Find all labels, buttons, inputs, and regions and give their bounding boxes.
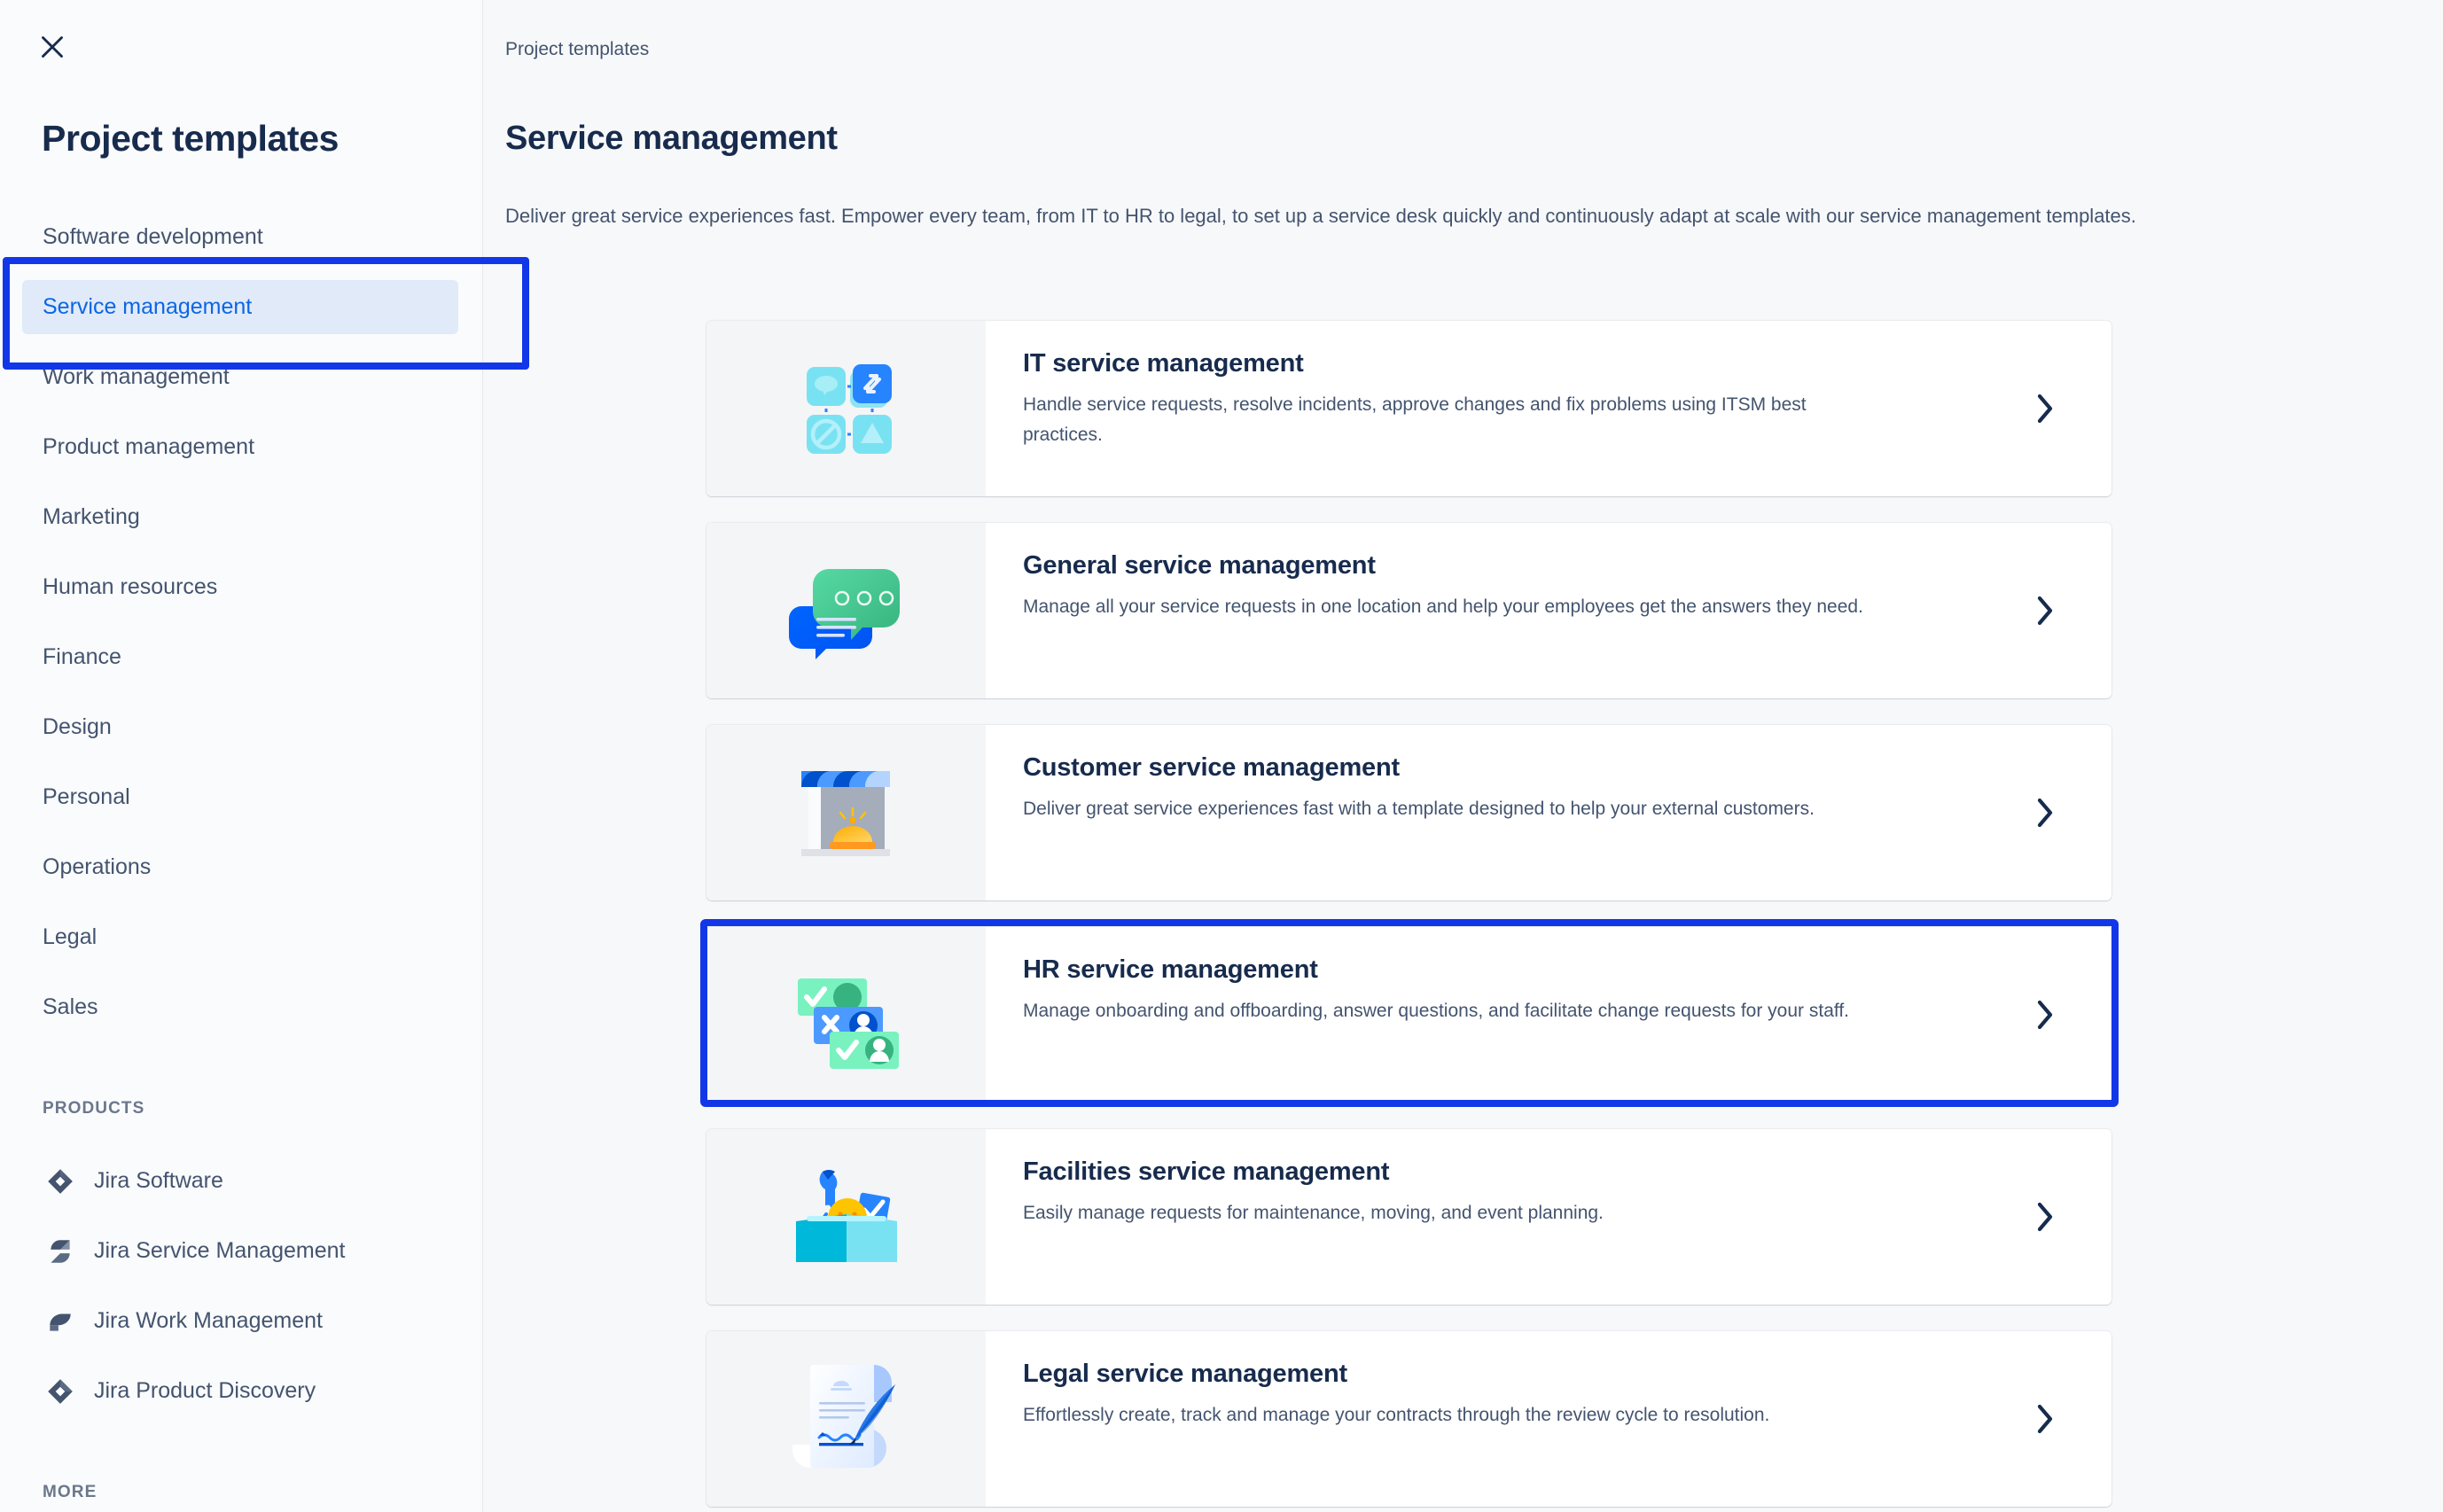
sidebar: Project templates Software development S… xyxy=(0,0,529,1512)
sidebar-item-label: Jira Work Management xyxy=(94,1308,323,1333)
sidebar-item-product-management[interactable]: Product management xyxy=(0,412,483,482)
template-card-customer-service-management[interactable]: Customer service management Deliver grea… xyxy=(706,725,2111,900)
sidebar-item-finance[interactable]: Finance xyxy=(0,622,483,692)
sidebar-item-label: Work management xyxy=(43,364,230,389)
sidebar-item-jira-product-discovery[interactable]: Jira Product Discovery xyxy=(0,1356,483,1426)
card-body: General service management Manage all yo… xyxy=(986,523,1979,698)
template-card-general-service-management[interactable]: General service management Manage all yo… xyxy=(706,523,2111,698)
template-card-facilities-service-management[interactable]: Facilities service management Easily man… xyxy=(706,1129,2111,1305)
sidebar-item-label: Marketing xyxy=(43,504,140,529)
card-body: HR service management Manage onboarding … xyxy=(986,927,1979,1103)
sidebar-item-operations[interactable]: Operations xyxy=(0,832,483,902)
sidebar-item-label: Jira Product Discovery xyxy=(94,1378,316,1403)
jira-work-management-icon xyxy=(43,1304,78,1339)
close-icon[interactable] xyxy=(28,23,76,71)
sidebar-item-work-management[interactable]: Work management xyxy=(0,342,483,412)
main-content: Project templates Service management Del… xyxy=(483,0,2443,1512)
card-title: General service management xyxy=(1023,551,1376,580)
jira-product-discovery-icon xyxy=(43,1374,78,1409)
card-title: HR service management xyxy=(1023,955,1318,984)
card-title: Legal service management xyxy=(1023,1360,1347,1388)
card-thumbnail xyxy=(706,523,986,698)
template-card-hr-service-management[interactable]: HR service management Manage onboarding … xyxy=(706,927,2111,1103)
breadcrumb[interactable]: Project templates xyxy=(505,39,649,60)
chevron-right-icon[interactable] xyxy=(1979,523,2111,698)
card-title: Facilities service management xyxy=(1023,1157,1390,1186)
card-description: Handle service requests, resolve inciden… xyxy=(1023,394,1807,445)
chevron-right-icon[interactable] xyxy=(1979,1331,2111,1507)
chevron-right-icon[interactable] xyxy=(1979,927,2111,1103)
sidebar-item-legal[interactable]: Legal xyxy=(0,902,483,972)
sidebar-item-label: Jira Software xyxy=(94,1168,223,1193)
card-title: IT service management xyxy=(1023,349,1304,378)
card-description: Effortlessly create, track and manage yo… xyxy=(1023,1405,1770,1425)
card-body: Facilities service management Easily man… xyxy=(986,1129,1979,1305)
sidebar-item-software-development[interactable]: Software development xyxy=(0,202,483,272)
sidebar-item-human-resources[interactable]: Human resources xyxy=(0,552,483,622)
sidebar-item-personal[interactable]: Personal xyxy=(0,762,483,832)
chevron-right-icon[interactable] xyxy=(1979,1129,2111,1305)
contract-quill-icon xyxy=(789,1361,904,1477)
card-description: Deliver great service experiences fast w… xyxy=(1023,799,1815,819)
card-thumbnail xyxy=(706,1331,986,1507)
toolbox-icon xyxy=(789,1159,904,1274)
section-title: Service management xyxy=(505,120,838,157)
jira-software-icon xyxy=(43,1164,78,1199)
card-description: Manage all your service requests in one … xyxy=(1023,596,1863,617)
sidebar-item-label: Operations xyxy=(43,854,152,879)
project-templates-dialog: Project templates Software development S… xyxy=(0,0,2443,1512)
sidebar-item-design[interactable]: Design xyxy=(0,692,483,762)
card-description: Manage onboarding and offboarding, answe… xyxy=(1023,1001,1850,1021)
chevron-right-icon[interactable] xyxy=(1979,321,2111,496)
itsm-grid-icon xyxy=(789,351,904,466)
sidebar-item-label: Jira Service Management xyxy=(94,1238,346,1263)
sidebar-item-service-management[interactable]: Service management xyxy=(0,272,483,342)
chevron-right-icon[interactable] xyxy=(1979,725,2111,900)
jira-service-management-icon xyxy=(43,1234,78,1269)
products-section-label: PRODUCTS xyxy=(43,1099,145,1118)
chat-bubbles-icon xyxy=(788,553,904,668)
card-thumbnail xyxy=(706,321,986,496)
sidebar-item-label: Service management xyxy=(43,294,253,319)
sidebar-item-label: Sales xyxy=(43,994,98,1019)
card-body: Customer service management Deliver grea… xyxy=(986,725,1979,900)
section-description: Deliver great service experiences fast. … xyxy=(505,205,2136,227)
sidebar-item-label: Legal xyxy=(43,924,98,949)
card-description: Easily manage requests for maintenance, … xyxy=(1023,1203,1604,1223)
sidebar-item-jira-service-management[interactable]: Jira Service Management xyxy=(0,1216,483,1286)
template-card-legal-service-management[interactable]: Legal service management Effortlessly cr… xyxy=(706,1331,2111,1507)
sidebar-item-jira-software[interactable]: Jira Software xyxy=(0,1146,483,1216)
card-thumbnail xyxy=(706,725,986,900)
sidebar-item-sales[interactable]: Sales xyxy=(0,972,483,1042)
sidebar-item-label: Human resources xyxy=(43,574,218,599)
card-body: IT service management Handle service req… xyxy=(986,321,1979,496)
card-title: Customer service management xyxy=(1023,753,1400,782)
sidebar-item-marketing[interactable]: Marketing xyxy=(0,482,483,552)
storefront-bell-icon xyxy=(789,755,904,870)
template-list: IT service management Handle service req… xyxy=(706,321,2111,1512)
sidebar-item-label: Product management xyxy=(43,434,255,459)
sidebar-item-label: Finance xyxy=(43,644,121,669)
hr-cards-icon xyxy=(789,957,904,1072)
card-thumbnail xyxy=(706,1129,986,1305)
sidebar-item-label: Software development xyxy=(43,224,263,249)
sidebar-item-label: Personal xyxy=(43,784,130,809)
products-nav: Jira Software Jira Service Management Ji… xyxy=(0,1146,483,1426)
category-nav: Software development Service management … xyxy=(0,202,483,1042)
more-section-label: MORE xyxy=(43,1483,98,1501)
page-title: Project templates xyxy=(42,118,339,159)
card-thumbnail xyxy=(706,927,986,1103)
card-body: Legal service management Effortlessly cr… xyxy=(986,1331,1979,1507)
sidebar-item-jira-work-management[interactable]: Jira Work Management xyxy=(0,1286,483,1356)
sidebar-item-label: Design xyxy=(43,714,112,739)
template-card-it-service-management[interactable]: IT service management Handle service req… xyxy=(706,321,2111,496)
